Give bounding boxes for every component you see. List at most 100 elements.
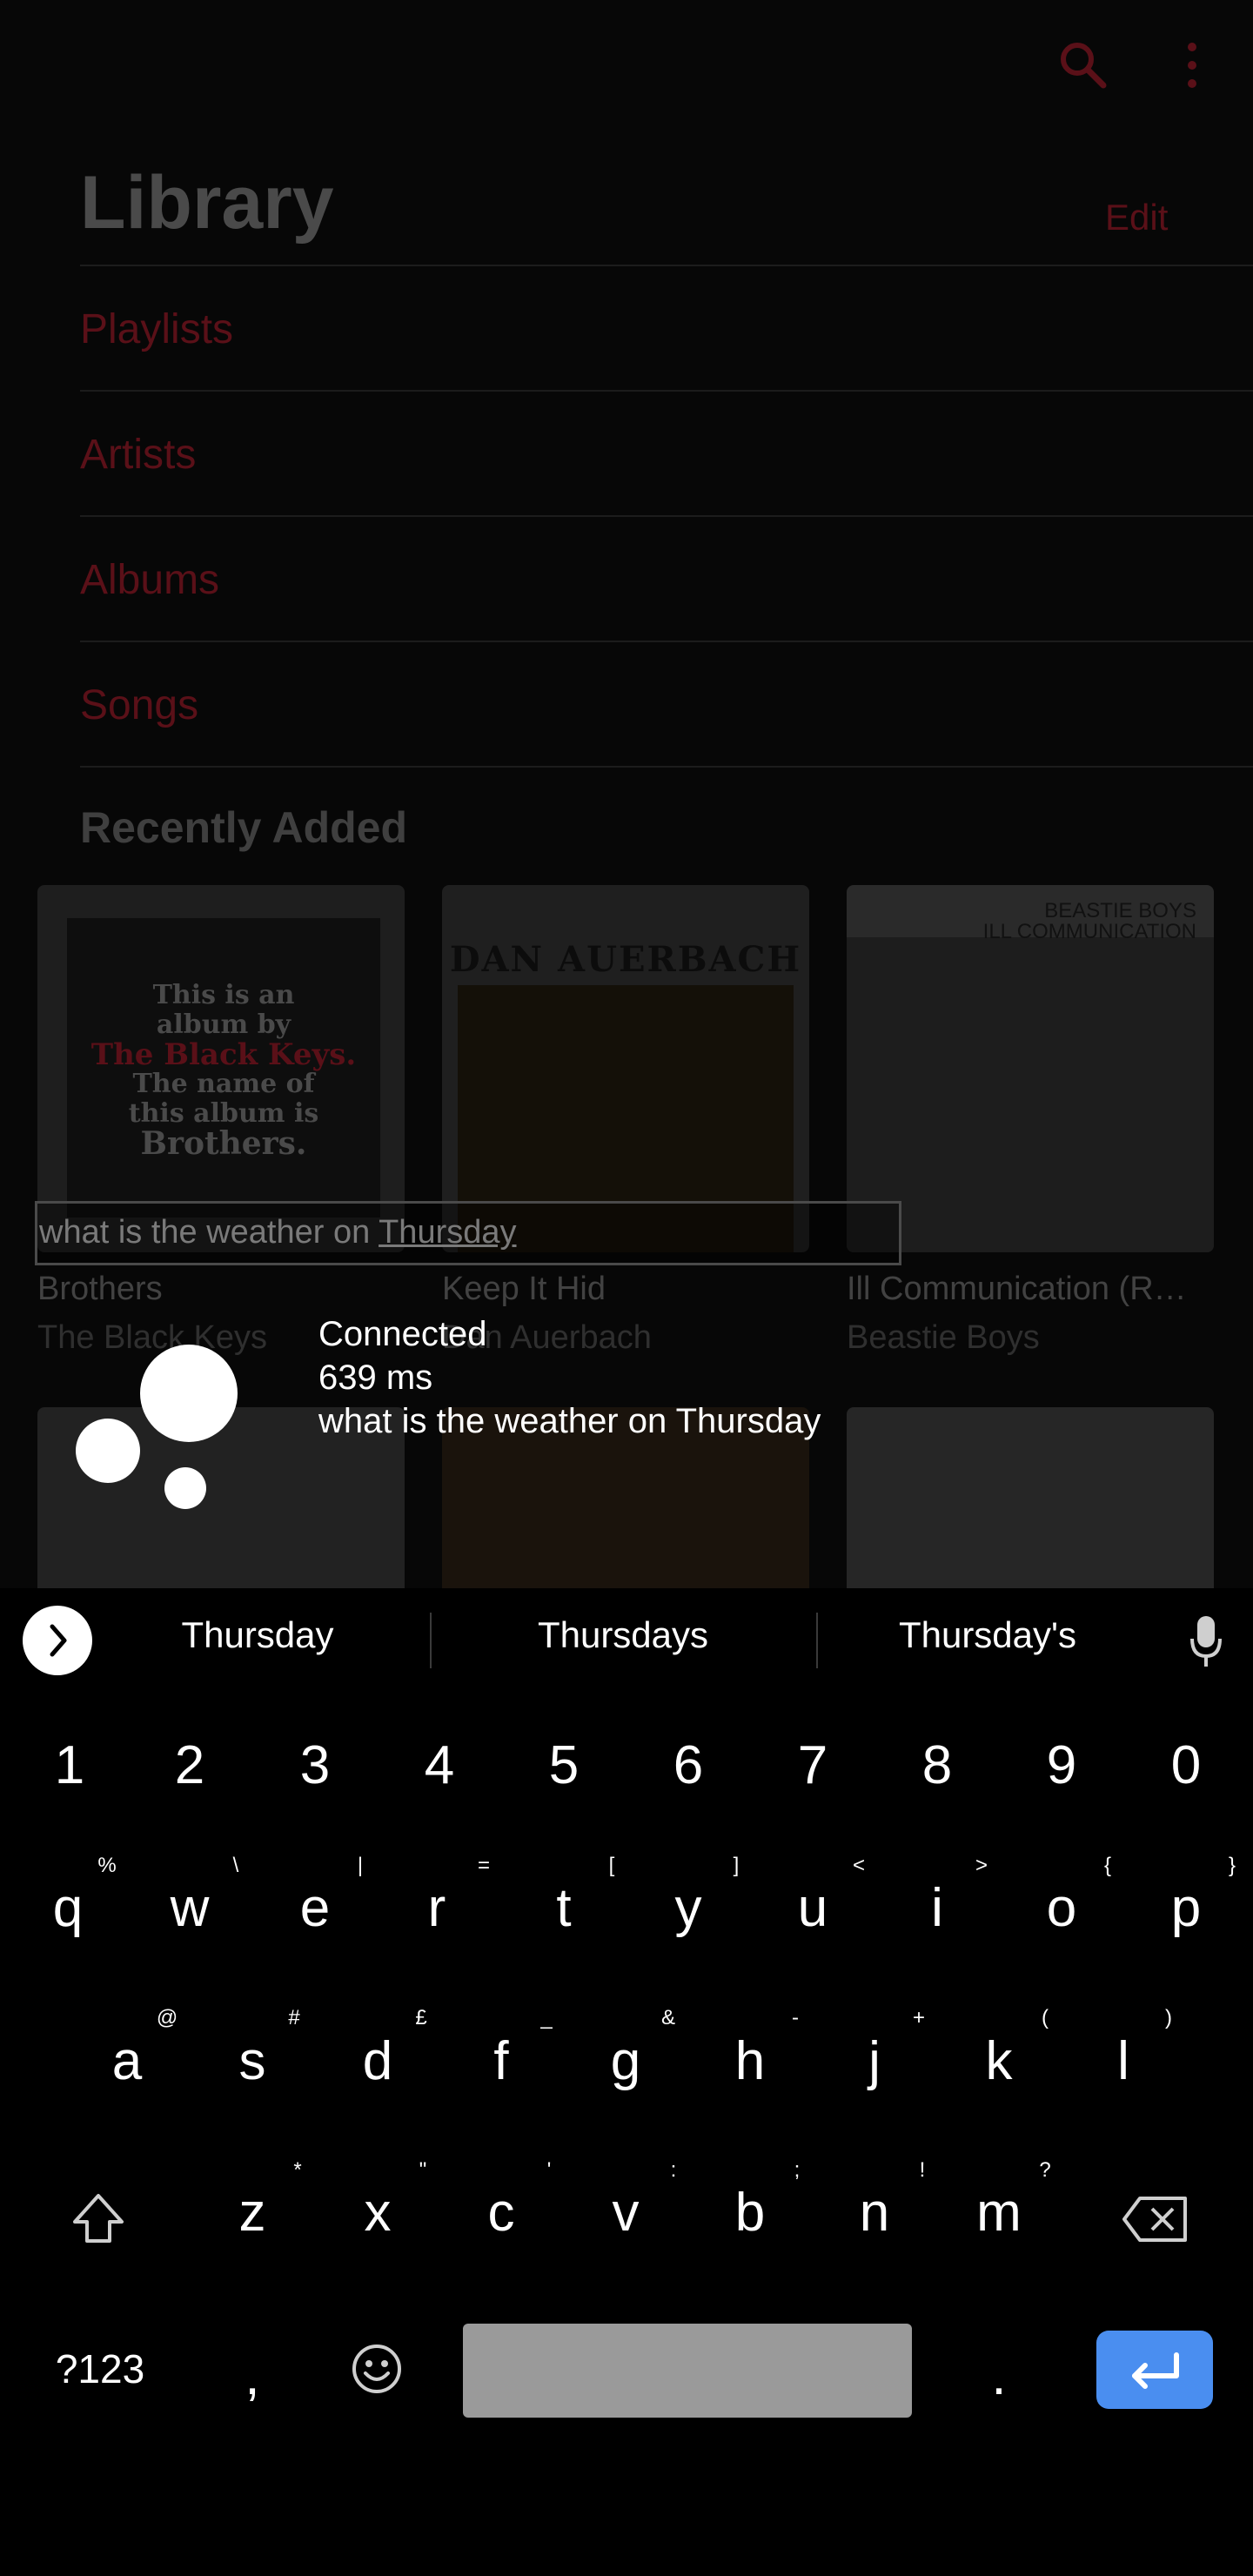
music-library-screen: Library Edit Playlists Artists Albums So… — [0, 0, 1253, 1588]
key-hint: + — [912, 2006, 925, 2029]
search-icon[interactable] — [1053, 35, 1114, 96]
key-r[interactable]: r — [393, 1877, 480, 1939]
key-v[interactable]: v — [582, 2182, 669, 2244]
key-2[interactable]: 2 — [146, 1734, 233, 1796]
backspace-icon[interactable] — [1121, 2193, 1190, 2245]
album-cover-ill-communication[interactable]: BEASTIE BOYS ILL COMMUNICATION — [847, 885, 1214, 1252]
key-3[interactable]: 3 — [271, 1734, 358, 1796]
suggestion-2[interactable]: Thursdays — [492, 1614, 754, 1656]
key-q[interactable]: q — [24, 1877, 111, 1939]
key-period[interactable]: . — [955, 2345, 1042, 2407]
divider — [80, 766, 1253, 768]
key-d[interactable]: d — [334, 2030, 421, 2092]
library-item-label: Albums — [80, 557, 220, 603]
key-7[interactable]: 7 — [769, 1734, 856, 1796]
enter-button[interactable] — [1096, 2331, 1213, 2409]
key-hint: ) — [1165, 2006, 1172, 2029]
key-hint: { — [1103, 1854, 1111, 1877]
suggestion-expand-button[interactable] — [23, 1606, 92, 1675]
key-a[interactable]: a — [84, 2030, 171, 2092]
key-k[interactable]: k — [955, 2030, 1042, 2092]
album-cover-brothers[interactable]: This is an album by The Black Keys. The … — [37, 885, 405, 1252]
recognized-text: what is the weather on Thursday — [318, 1402, 821, 1440]
key-hint: £ — [415, 2006, 427, 2029]
transcript-text: what is the weather on — [39, 1214, 379, 1251]
library-item-playlists[interactable]: Playlists — [80, 265, 1253, 392]
suggestion-divider — [816, 1613, 818, 1668]
album-artist: The Black Keys — [37, 1319, 267, 1356]
cover-photo — [847, 937, 1214, 1252]
key-m[interactable]: m — [955, 2182, 1042, 2244]
key-hint: _ — [540, 2006, 553, 2029]
library-item-albums[interactable]: Albums — [80, 515, 1253, 642]
key-hint: : — [670, 2158, 677, 2182]
voice-status-block: Connected 639 ms what is the weather on … — [318, 1312, 821, 1443]
voice-bubble-small — [164, 1467, 206, 1509]
spacebar[interactable] — [463, 2324, 912, 2418]
cover-text: DAN AUERBACH — [449, 939, 802, 980]
key-hint: # — [288, 2006, 300, 2029]
key-g[interactable]: g — [582, 2030, 669, 2092]
library-item-label: Artists — [80, 432, 197, 478]
key-1[interactable]: 1 — [26, 1734, 113, 1796]
album-cover-keep-it-hid[interactable]: DAN AUERBACH — [442, 885, 809, 1252]
album-title: Ill Communication (R… — [847, 1271, 1187, 1307]
key-4[interactable]: 4 — [396, 1734, 483, 1796]
connection-status: Connected — [318, 1315, 487, 1353]
key-u[interactable]: u — [769, 1877, 856, 1939]
key-hint: * — [293, 2158, 302, 2182]
key-z[interactable]: z — [209, 2182, 296, 2244]
key-comma[interactable]: , — [209, 2345, 296, 2407]
key-hint: } — [1228, 1854, 1236, 1877]
key-hint: [ — [608, 1854, 615, 1877]
key-hint: \ — [232, 1854, 239, 1877]
key-n[interactable]: n — [831, 2182, 918, 2244]
key-5[interactable]: 5 — [520, 1734, 607, 1796]
key-y[interactable]: y — [645, 1877, 732, 1939]
key-hint: < — [852, 1854, 865, 1877]
key-b[interactable]: b — [707, 2182, 794, 2244]
key-e[interactable]: e — [271, 1877, 358, 1939]
key-j[interactable]: j — [831, 2030, 918, 2092]
symbols-key[interactable]: ?123 — [35, 2345, 165, 2392]
album-cover[interactable] — [847, 1407, 1214, 1588]
key-x[interactable]: x — [334, 2182, 421, 2244]
key-w[interactable]: w — [146, 1877, 233, 1939]
key-hint: & — [660, 2006, 675, 2029]
key-c[interactable]: c — [458, 2182, 545, 2244]
edit-button[interactable]: Edit — [1105, 197, 1168, 238]
album-title: Brothers — [37, 1271, 163, 1307]
page-title: Library — [80, 161, 334, 245]
suggestion-divider — [430, 1613, 432, 1668]
key-f[interactable]: f — [458, 2030, 545, 2092]
key-s[interactable]: s — [209, 2030, 296, 2092]
keyboard: Thursday Thursdays Thursday's 1 2 3 4 5 … — [0, 1588, 1253, 2576]
suggestion-1[interactable]: Thursday — [127, 1614, 388, 1656]
library-item-artists[interactable]: Artists — [80, 390, 1253, 517]
key-hint: ] — [733, 1854, 740, 1877]
key-p[interactable]: p — [1142, 1877, 1230, 1939]
key-l[interactable]: l — [1080, 2030, 1167, 2092]
key-8[interactable]: 8 — [894, 1734, 981, 1796]
shift-icon[interactable] — [68, 2189, 129, 2250]
key-i[interactable]: i — [894, 1877, 981, 1939]
recently-added-heading: Recently Added — [80, 803, 408, 852]
voice-bubble-medium — [76, 1419, 140, 1483]
key-t[interactable]: t — [520, 1877, 607, 1939]
key-0[interactable]: 0 — [1142, 1734, 1230, 1796]
key-9[interactable]: 9 — [1018, 1734, 1105, 1796]
key-h[interactable]: h — [707, 2030, 794, 2092]
enter-arrow-icon — [1132, 2352, 1179, 2389]
suggestion-3[interactable]: Thursday's — [857, 1614, 1118, 1656]
library-item-songs[interactable]: Songs — [80, 641, 1253, 768]
key-o[interactable]: o — [1018, 1877, 1105, 1939]
emoji-icon[interactable] — [350, 2342, 404, 2396]
key-hint: ( — [1042, 2006, 1049, 2029]
more-options-icon[interactable] — [1162, 35, 1223, 96]
album-artist: Beastie Boys — [847, 1319, 1040, 1356]
microphone-icon[interactable] — [1189, 1614, 1223, 1670]
key-6[interactable]: 6 — [645, 1734, 732, 1796]
key-hint: ' — [546, 2158, 552, 2182]
key-hint: ! — [919, 2158, 926, 2182]
voice-transcript-box: what is the weather on Thursday — [35, 1201, 901, 1265]
